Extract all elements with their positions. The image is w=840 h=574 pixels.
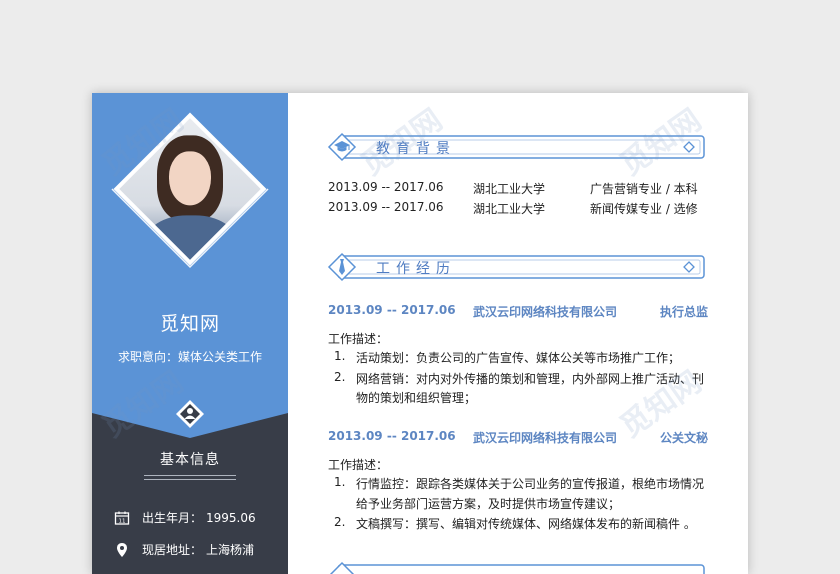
graduation-cap-icon <box>334 141 350 152</box>
list-number: 2. <box>334 370 346 384</box>
info-label: 现居地址： <box>142 543 203 557</box>
edu-period: 2013.09 -- 2017.06 <box>328 180 444 194</box>
divider <box>144 479 236 480</box>
user-icon <box>176 400 204 428</box>
section-frame <box>329 561 705 574</box>
edu-major: 广告营销专业 / 本科 <box>590 182 698 196</box>
education-row: 2013.09 -- 2017.06 湖北工业大学 广告营销专业 / 本科 <box>328 180 708 196</box>
edu-major: 新闻传媒专业 / 选修 <box>590 202 698 216</box>
section-title: 教育背景 <box>376 141 456 157</box>
main-content: 教育背景 2013.09 -- 2017.06 湖北工业大学 广告营销专业 / … <box>288 93 748 574</box>
job-intent-value: 媒体公关类工作 <box>178 350 263 364</box>
job-desc-line: 活动策划：负责公司的广告宣传、媒体公关等市场推广工作； <box>356 351 681 365</box>
divider <box>144 475 236 476</box>
sidebar: 觅知网 求职意向：媒体公关类工作 基本信息 11 出生年月： 1995.06 现… <box>92 93 288 574</box>
resume-page: 觅知网 求职意向：媒体公关类工作 基本信息 11 出生年月： 1995.06 现… <box>92 93 748 574</box>
tie-icon <box>339 259 345 275</box>
job-position: 公关文秘 <box>659 431 708 445</box>
job-company: 武汉云印网络科技有限公司 <box>473 305 618 319</box>
list-number: 1. <box>334 349 346 363</box>
info-address: 现居地址： 上海杨浦 <box>114 541 254 558</box>
job-desc-label: 工作描述： <box>328 458 389 472</box>
info-value: 上海杨浦 <box>206 543 255 557</box>
job-desc-line: 给予业务部门运营方案，及时提供市场宣传建议； <box>356 497 621 511</box>
job-desc-label: 工作描述： <box>328 332 389 346</box>
svg-text:11: 11 <box>119 518 126 524</box>
job-header: 2013.09 -- 2017.06 武汉云印网络科技有限公司 执行总监 <box>328 303 708 319</box>
job-header: 2013.09 -- 2017.06 武汉云印网络科技有限公司 公关文秘 <box>328 429 708 445</box>
education-row: 2013.09 -- 2017.06 湖北工业大学 新闻传媒专业 / 选修 <box>328 200 708 216</box>
profile-name: 觅知网 <box>159 313 220 335</box>
edu-school: 湖北工业大学 <box>473 202 546 216</box>
job-desc-line: 文稿撰写：撰写、编辑对传统媒体、网络媒体发布的新闻稿件 。 <box>356 517 696 531</box>
section-header-education: 教育背景 <box>324 132 708 162</box>
section-header-partial <box>324 561 708 574</box>
basic-info-title: 基本信息 <box>160 452 220 468</box>
section-title: 工作经历 <box>376 261 456 277</box>
job-desc-line: 行情监控：跟踪各类媒体关于公司业务的宣传报道，根绝市场情况 <box>356 477 705 491</box>
job-period: 2013.09 -- 2017.06 <box>328 429 456 443</box>
job-company: 武汉云印网络科技有限公司 <box>473 431 618 445</box>
job-position: 执行总监 <box>659 305 708 319</box>
job-intent-label: 求职意向： <box>117 350 178 364</box>
info-birth: 11 出生年月： 1995.06 <box>114 509 256 526</box>
info-label: 出生年月： <box>142 511 203 525</box>
job-desc-line: 网络营销：对内对外传播的策划和管理，内外部网上推广活动、刊 <box>356 372 705 386</box>
job-period: 2013.09 -- 2017.06 <box>328 303 456 317</box>
edu-school: 湖北工业大学 <box>473 182 546 196</box>
location-pin-icon <box>117 542 127 557</box>
job-intent: 求职意向：媒体公关类工作 <box>92 348 288 365</box>
job-desc-line: 物的策划和组织管理； <box>356 391 477 405</box>
list-number: 1. <box>334 475 346 489</box>
calendar-icon: 11 <box>114 511 130 525</box>
info-value: 1995.06 <box>206 510 256 525</box>
edu-period: 2013.09 -- 2017.06 <box>328 200 444 214</box>
list-number: 2. <box>334 515 346 529</box>
section-header-work: 工作经历 <box>324 252 708 282</box>
